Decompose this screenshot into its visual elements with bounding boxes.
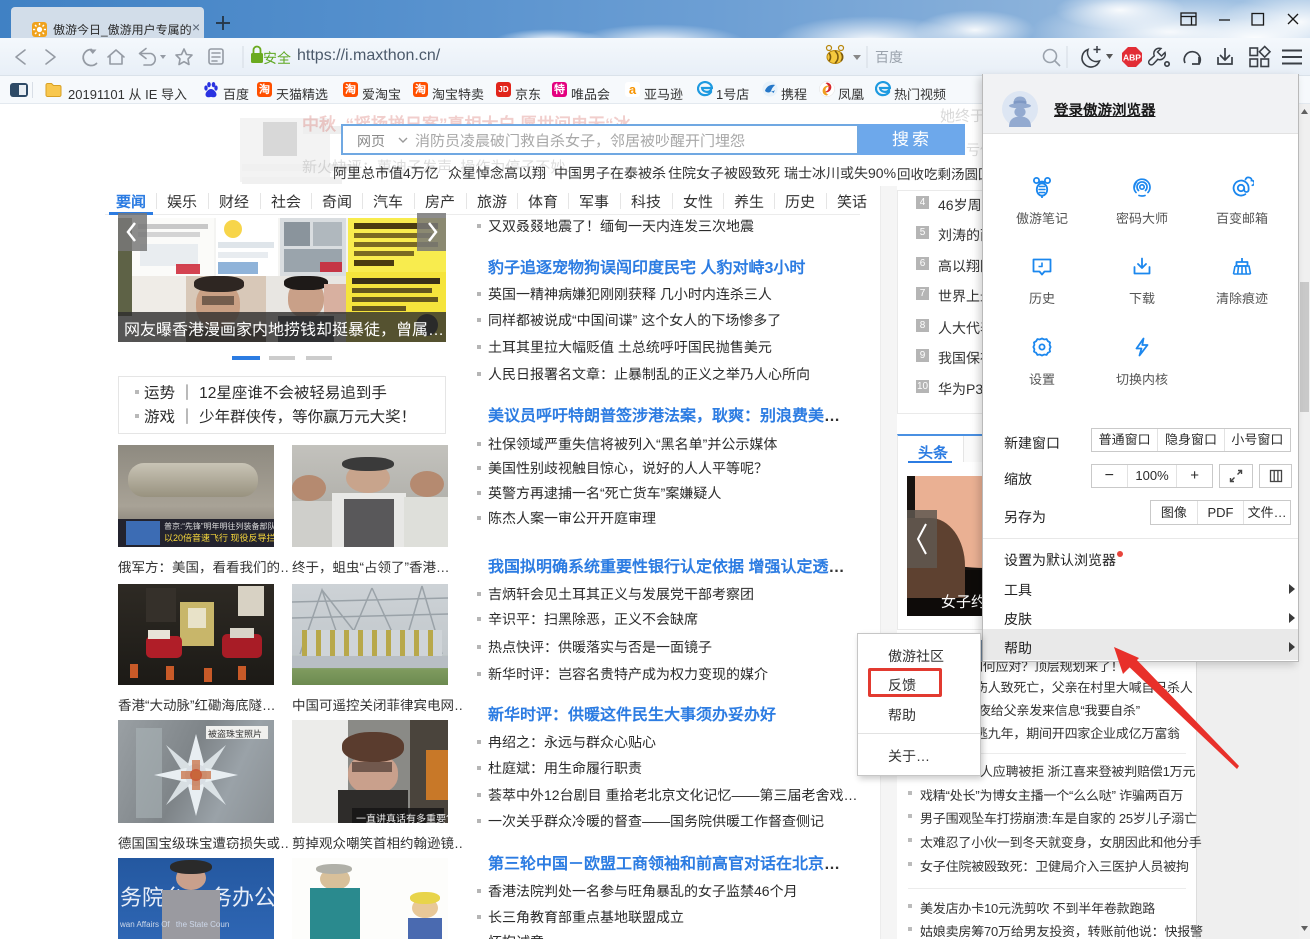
svg-text:百度: 百度 [875, 47, 903, 67]
svg-text:ABP: ABP [1123, 53, 1141, 63]
